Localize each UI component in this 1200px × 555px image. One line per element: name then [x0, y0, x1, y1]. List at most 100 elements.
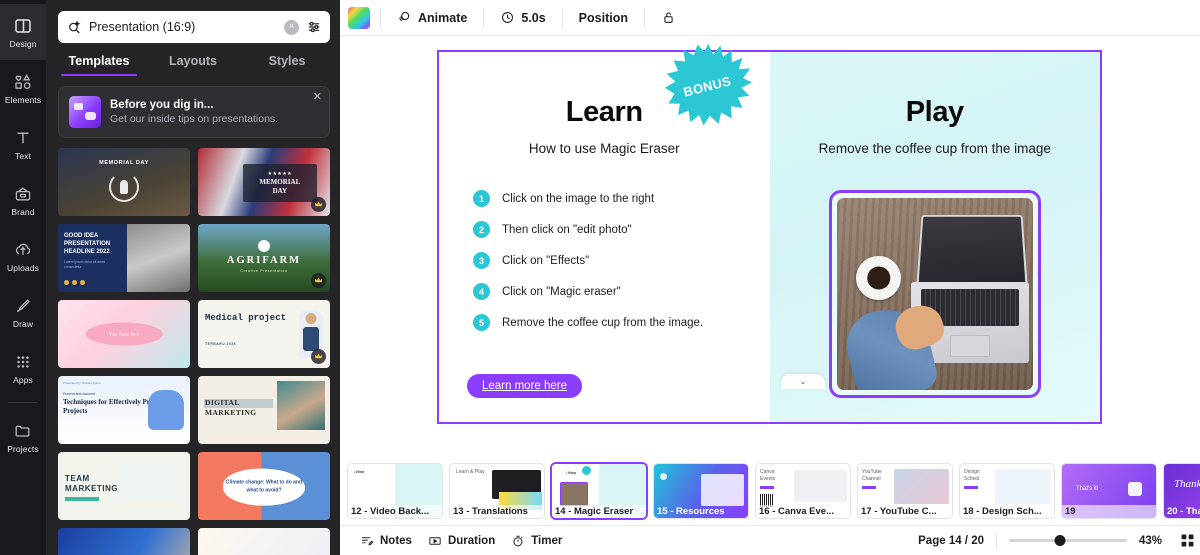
sidebar-item-projects[interactable]: Projects [0, 409, 46, 465]
accent-bar [65, 497, 99, 501]
lock-button[interactable] [655, 5, 682, 30]
clear-search-button[interactable]: × [284, 19, 299, 35]
slide-canvas[interactable]: Learn How to use Magic Eraser 1 Click on… [437, 43, 1102, 424]
status-bar: Notes Duration Timer Page 14 / 20 43% [340, 525, 1200, 555]
close-icon[interactable]: ✕ [313, 92, 322, 103]
template-title: MEMORIAL DAY [99, 160, 149, 166]
template-card[interactable]: AGRIFARM Creative Presentation [198, 224, 330, 292]
timer-button[interactable]: Timer [503, 530, 570, 552]
status-divider [996, 532, 997, 549]
photo-frame[interactable] [828, 190, 1041, 398]
template-card[interactable]: MEMORIAL DAY [58, 148, 190, 216]
thumbnail-item[interactable]: YouTube Channel 17 - YouTube C... [858, 464, 952, 518]
laptop-coffee-desk-photo [836, 198, 1033, 390]
sidebar-item-apps[interactable]: Apps [0, 340, 46, 396]
sidebar-item-label: Text [15, 150, 31, 161]
step-number: 3 [473, 252, 490, 269]
promo-banner[interactable]: Before you dig in... Get our inside tips… [58, 86, 330, 138]
thumbnail-label: 12 - Video Back... [348, 505, 442, 518]
template-card[interactable]: Medical project TERBARU 2023 [198, 300, 330, 368]
position-button[interactable]: Position [573, 6, 634, 30]
sidebar-item-label: Brand [11, 206, 35, 217]
timer-label: Timer [531, 534, 563, 547]
top-toolbar: Animate 5.0s Position [340, 0, 1200, 36]
thumb-bar [964, 486, 978, 489]
thumbnail-item[interactable]: Learn Play 12 - Video Back... [348, 464, 442, 518]
sidebar-item-label: Draw [12, 318, 34, 329]
template-card[interactable]: Presented by Charles Ayers Present and s… [58, 376, 190, 444]
thumbnail-item-selected[interactable]: Learn Play 14 - Magic Eraser [552, 464, 646, 518]
template-card[interactable]: DIGITAL MARKETING [198, 376, 330, 444]
sidebar-item-design[interactable]: Design [0, 4, 46, 60]
page-thumbnail-strip[interactable]: Learn Play 12 - Video Back... Learn & Pl… [340, 457, 1200, 525]
thumbnail-item[interactable]: 15 - Resources [654, 464, 748, 518]
zoom-knob[interactable] [1054, 535, 1066, 546]
toolbar-divider [483, 7, 485, 28]
template-card[interactable]: ★★★★★ MEMORIAL DAY [198, 148, 330, 216]
strip-toggle-button[interactable]: ⌄ [781, 374, 825, 389]
crown-glyph [314, 277, 323, 283]
tab-templates[interactable]: Templates [52, 54, 146, 76]
tab-layouts[interactable]: Layouts [146, 54, 240, 76]
grid-view-icon[interactable] [1179, 532, 1196, 549]
thumb-bonus-badge [582, 466, 591, 475]
list-item: 4 Click on "Magic eraser" [473, 283, 770, 300]
thumbnail-item[interactable]: Learn & Play 13 - Translations [450, 464, 544, 518]
thumbnail-item[interactable]: Canva Events 16 - Canva Eve... [756, 464, 850, 518]
template-subtitle: DAY [272, 187, 288, 196]
thumb-right-title: Play [568, 470, 576, 475]
thumb-left-title: Thank you [1174, 478, 1200, 490]
text-icon [17, 132, 29, 143]
tab-styles[interactable]: Styles [240, 54, 334, 76]
duration-button[interactable]: 5.0s [494, 5, 551, 30]
sidebar-item-brand[interactable]: Brand [0, 172, 46, 228]
thumbnail-item[interactable]: Design School 18 - Design Sch... [960, 464, 1054, 518]
filter-icon[interactable] [306, 19, 322, 35]
list-item: 3 Click on "Effects" [473, 252, 770, 269]
template-card[interactable] [198, 528, 330, 555]
sidebar-item-uploads[interactable]: Uploads [0, 228, 46, 284]
sidebar-item-label: Uploads [7, 262, 39, 273]
template-card[interactable]: TEAM MARKETING [58, 452, 190, 520]
template-subtitle: MARKETING [65, 484, 118, 493]
template-title: DIGITAL [205, 398, 240, 407]
template-card[interactable] [58, 528, 190, 555]
sidebar-item-elements[interactable]: Elements [0, 60, 46, 116]
corp-body: Lorem ipsum dolor sit amet consectetur [64, 260, 105, 270]
thumb-right-title: Play [356, 469, 364, 474]
template-header: Presented by Charles Ayers [63, 381, 101, 385]
thumbnail-label: 13 - Translations [450, 505, 544, 518]
thumbnail-item[interactable]: That's it! 19 [1062, 464, 1156, 518]
toolbar-divider [380, 7, 381, 28]
rainbow-color-swatch[interactable] [348, 6, 370, 29]
step-number: 2 [473, 221, 490, 238]
wreath-graphic [109, 172, 139, 202]
search-input[interactable]: Presentation (16:9) [89, 20, 277, 34]
thumb-left-title: That's it! [1076, 486, 1099, 492]
steps-list: 1 Click on the image to the right 2 Then… [473, 190, 770, 331]
learn-more-button[interactable]: Learn more here [467, 374, 583, 398]
thumbnail-label: 15 - Resources [657, 506, 725, 517]
sidebar-item-text[interactable]: Text [0, 116, 46, 172]
draw-icon [16, 298, 30, 312]
search-box[interactable]: Presentation (16:9) × [58, 11, 330, 43]
agri-logo [258, 240, 270, 252]
notes-button[interactable]: Notes [352, 530, 420, 552]
timer-icon [513, 535, 523, 546]
template-card[interactable]: GOOD IDEA PRESENTATION HEADLINE 2022 Lor… [58, 224, 190, 292]
animate-button[interactable]: Animate [391, 5, 473, 30]
zoom-slider[interactable] [1009, 534, 1127, 548]
template-card[interactable]: Climate change: What to do and what to a… [198, 452, 330, 520]
rail-divider [8, 402, 38, 403]
sidebar-item-label: Design [9, 38, 37, 49]
step-text: Click on "Effects" [502, 254, 590, 267]
template-subtitle: MARKETING [205, 408, 257, 417]
person-illustration [148, 390, 184, 430]
search-row: Presentation (16:9) × [46, 0, 340, 43]
duration-button-status[interactable]: Duration [420, 530, 503, 552]
duration-label-status: Duration [447, 534, 496, 547]
thumbnail-item[interactable]: Thank you 20 - Thank... [1164, 464, 1200, 518]
sidebar-item-draw[interactable]: Draw [0, 284, 46, 340]
template-card[interactable]: Your Name Here [58, 300, 190, 368]
toolbar-divider [643, 7, 645, 28]
